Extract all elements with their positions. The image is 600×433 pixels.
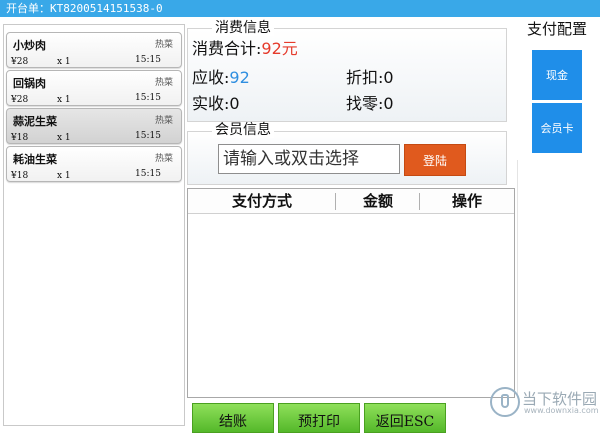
payment-table[interactable]: 支付方式 金额 操作	[187, 188, 515, 398]
order-item-name: 耗油生菜	[13, 153, 57, 166]
column-header-operation: 操作	[451, 192, 482, 210]
order-item-time: 15:15	[135, 169, 161, 179]
received-label: 实收:	[192, 94, 230, 113]
checkout-button[interactable]: 结账	[192, 403, 274, 433]
order-item-price: ¥18	[11, 171, 29, 181]
order-item-name: 蒜泥生菜	[13, 115, 57, 128]
order-item-selected[interactable]: 蒜泥生菜 热菜 ¥18 x 1 15:15	[6, 108, 182, 144]
member-section-title: 会员信息	[212, 122, 274, 138]
order-item-price: ¥18	[11, 133, 29, 143]
order-item-qty: x 1	[57, 57, 71, 67]
order-item-name: 小炒肉	[13, 39, 46, 52]
cash-button[interactable]: 现金	[532, 50, 582, 100]
member-card-button-label: 会员卡	[540, 122, 574, 135]
order-item-time: 15:15	[135, 131, 161, 141]
order-title: 开台单：KT8200514151538-0	[6, 2, 163, 15]
divider	[517, 160, 518, 398]
order-item[interactable]: 小炒肉 热菜 ¥28 x 1 15:15	[6, 32, 182, 68]
discount-label: 折扣:	[346, 68, 384, 87]
discount-value: 0	[383, 68, 394, 87]
receivable-value: 92	[229, 68, 250, 87]
checkout-button-label: 结账	[219, 414, 247, 430]
change: 找零:0	[346, 94, 394, 114]
column-header-amount: 金额	[362, 192, 393, 210]
order-item[interactable]: 耗油生菜 热菜 ¥18 x 1 15:15	[6, 146, 182, 182]
title-bar: 开台单：KT8200514151538-0	[0, 0, 600, 17]
order-item-time: 15:15	[135, 55, 161, 65]
watermark-url: www.downxia.com	[524, 406, 599, 415]
receivable-label: 应收:	[192, 68, 230, 87]
order-item-qty: x 1	[57, 171, 71, 181]
order-item-tag: 热菜	[154, 40, 173, 50]
order-list[interactable]: 小炒肉 热菜 ¥28 x 1 15:15 回锅肉 热菜 ¥28 x 1 15:1…	[3, 24, 185, 426]
consume-section-title: 消费信息	[212, 20, 274, 36]
back-button[interactable]: 返回ESC	[364, 403, 446, 433]
order-item-price: ¥28	[11, 95, 29, 105]
order-item-price: ¥28	[11, 57, 29, 67]
consume-total: 消费合计:92元	[192, 39, 298, 59]
consume-total-label: 消费合计:	[192, 39, 262, 58]
change-label: 找零:	[346, 94, 384, 113]
receivable: 应收:92	[192, 68, 250, 88]
member-card-button[interactable]: 会员卡	[532, 103, 582, 153]
watermark: 当下软件园 www.downxia.com	[488, 382, 600, 426]
order-item-tag: 热菜	[154, 154, 173, 164]
received: 实收:0	[192, 94, 240, 114]
order-item-tag: 热菜	[154, 116, 173, 126]
member-search-input[interactable]	[218, 144, 400, 174]
payment-table-header: 支付方式 金额 操作	[188, 189, 514, 214]
order-item-tag: 热菜	[154, 78, 173, 88]
preprint-button[interactable]: 预打印	[278, 403, 360, 433]
back-button-label: 返回ESC	[375, 414, 435, 430]
order-item-qty: x 1	[57, 133, 71, 143]
received-value: 0	[229, 94, 240, 113]
order-item[interactable]: 回锅肉 热菜 ¥28 x 1 15:15	[6, 70, 182, 106]
preprint-button-label: 预打印	[298, 414, 340, 430]
discount: 折扣:0	[346, 68, 394, 88]
column-header-pay-method: 支付方式	[231, 192, 292, 210]
change-value: 0	[383, 94, 394, 113]
order-item-qty: x 1	[57, 95, 71, 105]
cash-button-label: 现金	[546, 69, 568, 82]
pay-config-title: 支付配置	[527, 20, 588, 38]
order-item-name: 回锅肉	[13, 77, 46, 90]
order-item-time: 15:15	[135, 93, 161, 103]
consume-total-value: 92元	[261, 39, 298, 58]
login-button-label: 登陆	[422, 153, 447, 168]
login-button[interactable]: 登陆	[404, 144, 466, 176]
downxia-logo-icon	[490, 387, 520, 417]
